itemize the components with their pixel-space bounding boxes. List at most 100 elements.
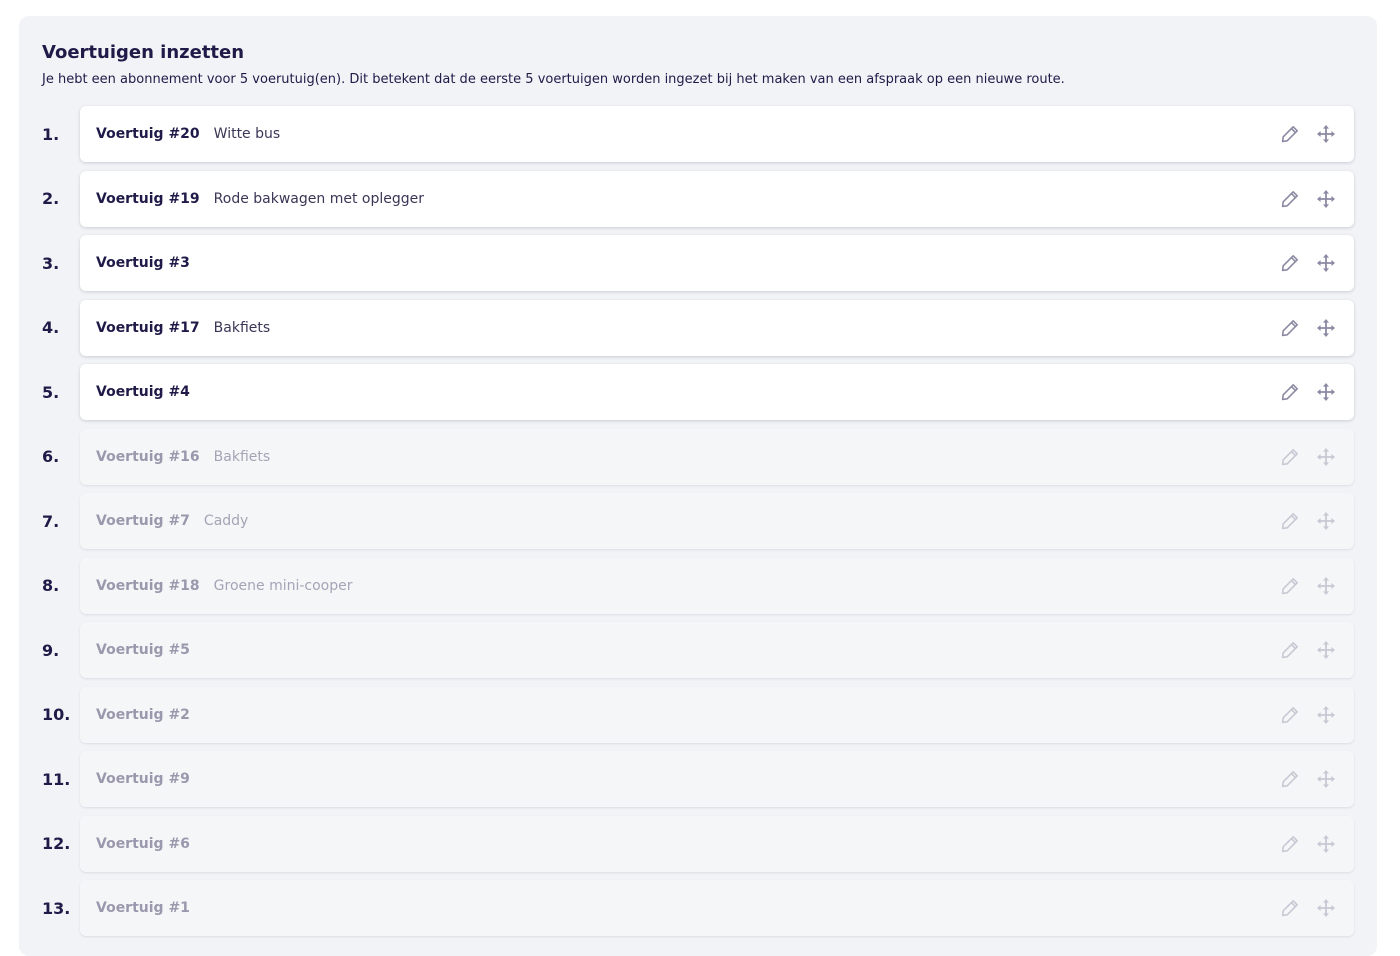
vehicle-card[interactable]: Voertuig #9 — [80, 751, 1354, 807]
vehicle-actions — [1278, 703, 1338, 727]
vehicle-card[interactable]: Voertuig #20 Witte bus — [80, 106, 1354, 162]
vehicle-card[interactable]: Voertuig #16 Bakfiets — [80, 428, 1354, 485]
drag-move-icon[interactable] — [1314, 445, 1338, 469]
vehicle-actions — [1278, 574, 1338, 598]
vehicle-name: Voertuig #6 — [96, 835, 190, 852]
drag-move-icon[interactable] — [1314, 638, 1338, 662]
pencil-icon[interactable] — [1278, 380, 1302, 404]
vehicle-description: Bakfiets — [213, 319, 271, 336]
vehicle-position: 4. — [42, 318, 60, 337]
vehicle-card[interactable]: Voertuig #1 — [80, 880, 1354, 936]
vehicle-row: 6. Voertuig #16 Bakfiets — [42, 428, 1354, 485]
vehicle-position: 12. — [42, 834, 71, 853]
vehicle-card[interactable]: Voertuig #5 — [80, 622, 1354, 678]
vehicle-actions — [1278, 896, 1338, 920]
pencil-icon[interactable] — [1278, 832, 1302, 856]
vehicle-actions — [1278, 509, 1338, 533]
vehicle-actions — [1278, 316, 1338, 340]
vehicle-actions — [1278, 638, 1338, 662]
vehicle-name: Voertuig #2 — [96, 706, 190, 723]
vehicle-position: 1. — [42, 124, 60, 144]
vehicle-actions — [1278, 187, 1338, 211]
vehicle-actions — [1278, 251, 1338, 275]
vehicle-name: Voertuig #18 — [96, 577, 200, 594]
vehicle-row: 1. Voertuig #20 Witte bus — [42, 106, 1354, 162]
pencil-icon[interactable] — [1278, 767, 1302, 791]
vehicle-row: 9. Voertuig #5 — [42, 622, 1354, 678]
vehicle-row: 11. Voertuig #9 — [42, 751, 1354, 807]
pencil-icon[interactable] — [1278, 251, 1302, 275]
vehicle-row: 2. Voertuig #19 Rode bakwagen met oplegg… — [42, 170, 1354, 227]
drag-move-icon[interactable] — [1314, 832, 1338, 856]
pencil-icon[interactable] — [1278, 703, 1302, 727]
vehicle-position: 3. — [42, 253, 60, 273]
drag-move-icon[interactable] — [1314, 509, 1338, 533]
vehicle-description: Witte bus — [213, 126, 281, 142]
vehicle-card[interactable]: Voertuig #18 Groene mini-cooper — [80, 557, 1354, 614]
section-intro: Je hebt een abonnement voor 5 voerutuig(… — [42, 72, 1065, 87]
vehicle-name: Voertuig #17 — [96, 319, 200, 336]
vehicle-card[interactable]: Voertuig #17 Bakfiets — [80, 299, 1354, 356]
pencil-icon[interactable] — [1278, 187, 1302, 211]
vehicle-name: Voertuig #20 — [96, 126, 200, 142]
vehicle-row: 13. Voertuig #1 — [42, 880, 1354, 936]
vehicle-position: 7. — [42, 511, 60, 531]
drag-move-icon[interactable] — [1314, 380, 1338, 404]
pencil-icon[interactable] — [1278, 316, 1302, 340]
vehicle-card[interactable]: Voertuig #7 Caddy — [80, 493, 1354, 549]
vehicle-row: 10. Voertuig #2 — [42, 686, 1354, 743]
pencil-icon[interactable] — [1278, 574, 1302, 598]
pencil-icon[interactable] — [1278, 122, 1302, 146]
vehicle-row: 12. Voertuig #6 — [42, 815, 1354, 872]
vehicle-card[interactable]: Voertuig #19 Rode bakwagen met oplegger — [80, 170, 1354, 227]
vehicle-list: 1. Voertuig #20 Witte bus 2. Voertuig #1… — [42, 106, 1354, 936]
vehicle-actions — [1278, 380, 1338, 404]
vehicle-row: 8. Voertuig #18 Groene mini-cooper — [42, 557, 1354, 614]
pencil-icon[interactable] — [1278, 896, 1302, 920]
vehicle-card[interactable]: Voertuig #6 — [80, 815, 1354, 872]
vehicle-name: Voertuig #19 — [96, 190, 200, 207]
vehicle-position: 2. — [42, 189, 60, 208]
vehicle-description: Caddy — [203, 513, 249, 529]
drag-move-icon[interactable] — [1314, 187, 1338, 211]
vehicle-position: 6. — [42, 447, 60, 466]
vehicle-name: Voertuig #5 — [96, 642, 190, 658]
pencil-icon[interactable] — [1278, 638, 1302, 662]
vehicle-actions — [1278, 445, 1338, 469]
drag-move-icon[interactable] — [1314, 574, 1338, 598]
vehicle-actions — [1278, 767, 1338, 791]
drag-move-icon[interactable] — [1314, 316, 1338, 340]
vehicle-position: 13. — [42, 898, 71, 918]
drag-move-icon[interactable] — [1314, 251, 1338, 275]
vehicle-card[interactable]: Voertuig #2 — [80, 686, 1354, 743]
vehicle-description: Bakfiets — [213, 448, 271, 465]
vehicle-position: 11. — [42, 769, 71, 789]
vehicle-position: 5. — [42, 382, 60, 402]
vehicle-actions — [1278, 832, 1338, 856]
drag-move-icon[interactable] — [1314, 896, 1338, 920]
vehicle-position: 8. — [42, 576, 60, 595]
vehicle-actions — [1278, 122, 1338, 146]
drag-move-icon[interactable] — [1314, 703, 1338, 727]
vehicle-name: Voertuig #4 — [96, 384, 190, 400]
vehicle-row: 4. Voertuig #17 Bakfiets — [42, 299, 1354, 356]
vehicle-row: 3. Voertuig #3 — [42, 235, 1354, 291]
vehicle-description: Rode bakwagen met oplegger — [213, 190, 424, 207]
vehicle-name: Voertuig #1 — [96, 900, 190, 916]
vehicle-description: Groene mini-cooper — [213, 577, 353, 594]
vehicle-name: Voertuig #16 — [96, 448, 200, 465]
vehicle-name: Voertuig #3 — [96, 255, 190, 271]
section-title: Voertuigen inzetten — [42, 42, 245, 63]
vehicle-card[interactable]: Voertuig #4 — [80, 364, 1354, 420]
vehicle-position: 9. — [42, 640, 60, 660]
pencil-icon[interactable] — [1278, 445, 1302, 469]
vehicle-card[interactable]: Voertuig #3 — [80, 235, 1354, 291]
drag-move-icon[interactable] — [1314, 122, 1338, 146]
pencil-icon[interactable] — [1278, 509, 1302, 533]
vehicle-position: 10. — [42, 705, 71, 724]
vehicle-row: 5. Voertuig #4 — [42, 364, 1354, 420]
vehicle-deployment-panel: Voertuigen inzetten Je hebt een abonneme… — [19, 16, 1377, 956]
vehicle-name: Voertuig #9 — [96, 771, 190, 787]
drag-move-icon[interactable] — [1314, 767, 1338, 791]
vehicle-row: 7. Voertuig #7 Caddy — [42, 493, 1354, 549]
